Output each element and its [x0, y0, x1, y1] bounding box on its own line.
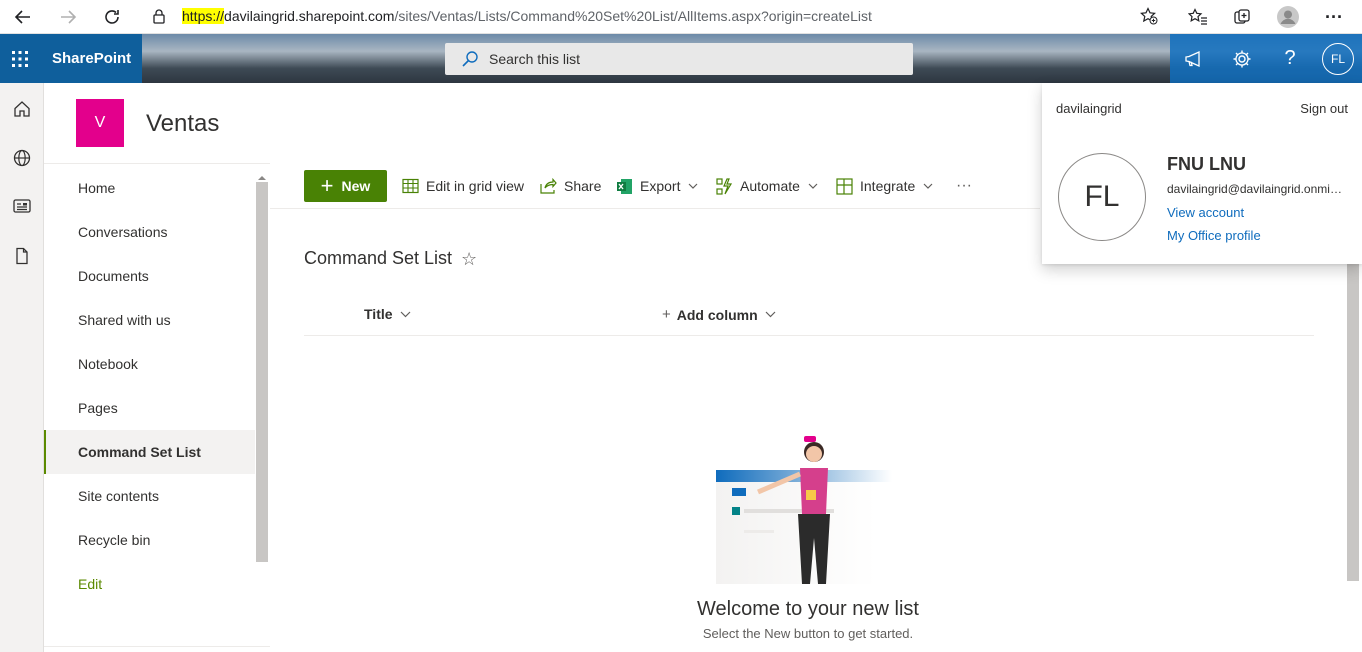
- nav-divider: [44, 646, 270, 647]
- nav-item-documents[interactable]: Documents: [44, 254, 255, 298]
- home-icon[interactable]: [7, 94, 37, 124]
- avatar[interactable]: FL: [1322, 43, 1354, 75]
- add-favorite-icon[interactable]: [1140, 7, 1158, 30]
- automate-label: Automate: [740, 178, 800, 194]
- nav-item-pages[interactable]: Pages: [44, 386, 255, 430]
- scroll-up-arrow-icon[interactable]: [256, 170, 268, 180]
- edit-grid-view-button[interactable]: Edit in grid view: [402, 170, 524, 202]
- search-icon: [461, 50, 479, 73]
- automate-button[interactable]: Automate: [716, 170, 825, 202]
- refresh-icon[interactable]: [97, 2, 127, 32]
- share-label: Share: [564, 178, 602, 194]
- command-bar: + New Edit in grid view Share Export Aut…: [270, 163, 1040, 209]
- list-column-header: Title + Add column: [304, 296, 1314, 336]
- nav-scrollbar[interactable]: [256, 182, 268, 562]
- integrate-label: Integrate: [860, 178, 916, 194]
- browser-toolbar: https://davilaingrid.sharepoint.com/site…: [0, 0, 1362, 34]
- collections-icon[interactable]: [1227, 2, 1257, 32]
- nav-item-site-contents[interactable]: Site contents: [44, 474, 255, 518]
- column-title-label: Title: [364, 306, 393, 322]
- suite-bar: SharePoint Search this list ? FL: [0, 34, 1362, 83]
- more-options-icon[interactable]: ···: [956, 170, 972, 202]
- grid-icon: [402, 178, 419, 194]
- document-icon[interactable]: [7, 241, 37, 271]
- account-avatar: FL: [1058, 153, 1146, 241]
- url-host: davilaingrid.sharepoint.com: [224, 8, 395, 24]
- news-icon[interactable]: [7, 191, 37, 221]
- left-navigation: Home Conversations Documents Shared with…: [44, 163, 270, 652]
- chevron-down-icon: [400, 311, 410, 317]
- main-scrollbar[interactable]: [1347, 263, 1359, 581]
- empty-state-subtitle: Select the New button to get started.: [702, 626, 914, 641]
- share-button[interactable]: Share: [540, 170, 601, 202]
- chevron-down-icon: [923, 183, 933, 189]
- integrate-button[interactable]: Integrate: [836, 170, 940, 202]
- app-launcher-icon[interactable]: [0, 34, 40, 83]
- excel-icon: [617, 178, 632, 194]
- integrate-icon: [836, 177, 853, 195]
- view-account-link[interactable]: View account: [1167, 205, 1244, 220]
- account-email: davilaingrid@davilaingrid.onmicrosoft.co…: [1167, 182, 1345, 196]
- back-icon[interactable]: [8, 2, 38, 32]
- nav-item-command-set-list[interactable]: Command Set List: [44, 430, 255, 474]
- chevron-down-icon: [689, 183, 698, 189]
- settings-gear-icon[interactable]: [1222, 34, 1262, 83]
- search-placeholder: Search this list: [489, 51, 581, 67]
- edit-grid-view-label: Edit in grid view: [426, 178, 525, 194]
- nav-item-home[interactable]: Home: [44, 166, 255, 210]
- share-icon: [540, 178, 557, 194]
- account-display-name: FNU LNU: [1167, 154, 1246, 174]
- url-text[interactable]: https://davilaingrid.sharepoint.com/site…: [182, 8, 872, 24]
- nav-item-recycle-bin[interactable]: Recycle bin: [44, 518, 255, 562]
- nav-item-conversations[interactable]: Conversations: [44, 210, 255, 254]
- url-scheme: https://: [182, 8, 225, 24]
- megaphone-icon[interactable]: [1174, 34, 1214, 83]
- export-label: Export: [640, 178, 681, 194]
- add-column-label: Add column: [676, 306, 758, 323]
- forward-icon[interactable]: [53, 2, 83, 32]
- favorites-icon[interactable]: [1183, 2, 1213, 32]
- list-title: Command Set List: [304, 248, 453, 268]
- site-title[interactable]: Ventas: [146, 110, 219, 138]
- nav-item-shared-with-us[interactable]: Shared with us: [44, 298, 255, 342]
- new-button[interactable]: + New: [304, 170, 387, 202]
- browser-menu-icon[interactable]: ···: [1319, 2, 1349, 32]
- url-path: /sites/Ventas/Lists/Command%20Set%20List…: [394, 8, 872, 24]
- export-button[interactable]: Export: [616, 170, 705, 202]
- address-bar[interactable]: https://davilaingrid.sharepoint.com/site…: [142, 2, 1170, 30]
- lock-icon[interactable]: [152, 8, 166, 29]
- chevron-down-icon: [765, 311, 776, 318]
- chevron-down-icon: [808, 183, 818, 189]
- add-column-button[interactable]: + Add column: [662, 306, 776, 323]
- plus-icon: +: [320, 173, 334, 198]
- globe-icon[interactable]: [7, 143, 37, 173]
- empty-state-title: Welcome to your new list: [697, 598, 919, 620]
- profile-icon[interactable]: [1273, 2, 1303, 32]
- new-button-label: New: [341, 178, 371, 194]
- account-manager-panel: davilaingrid Sign out FL FNU LNU davilai…: [1042, 83, 1362, 264]
- plus-icon: +: [662, 306, 671, 323]
- search-input[interactable]: Search this list: [445, 43, 913, 75]
- account-tenant-name: davilaingrid: [1056, 101, 1122, 116]
- nav-item-notebook[interactable]: Notebook: [44, 342, 255, 386]
- help-icon[interactable]: ?: [1270, 34, 1310, 83]
- site-logo[interactable]: V: [76, 99, 124, 147]
- app-name[interactable]: SharePoint: [52, 50, 131, 67]
- office-profile-link[interactable]: My Office profile: [1167, 228, 1261, 243]
- automate-icon: [716, 177, 733, 195]
- empty-list-illustration: [700, 430, 900, 584]
- left-rail: [0, 83, 44, 652]
- sign-out-link[interactable]: Sign out: [1300, 101, 1348, 116]
- nav-edit-link[interactable]: Edit: [44, 562, 255, 606]
- favorite-star-icon[interactable]: ☆: [461, 249, 477, 270]
- column-header-title[interactable]: Title: [364, 306, 411, 322]
